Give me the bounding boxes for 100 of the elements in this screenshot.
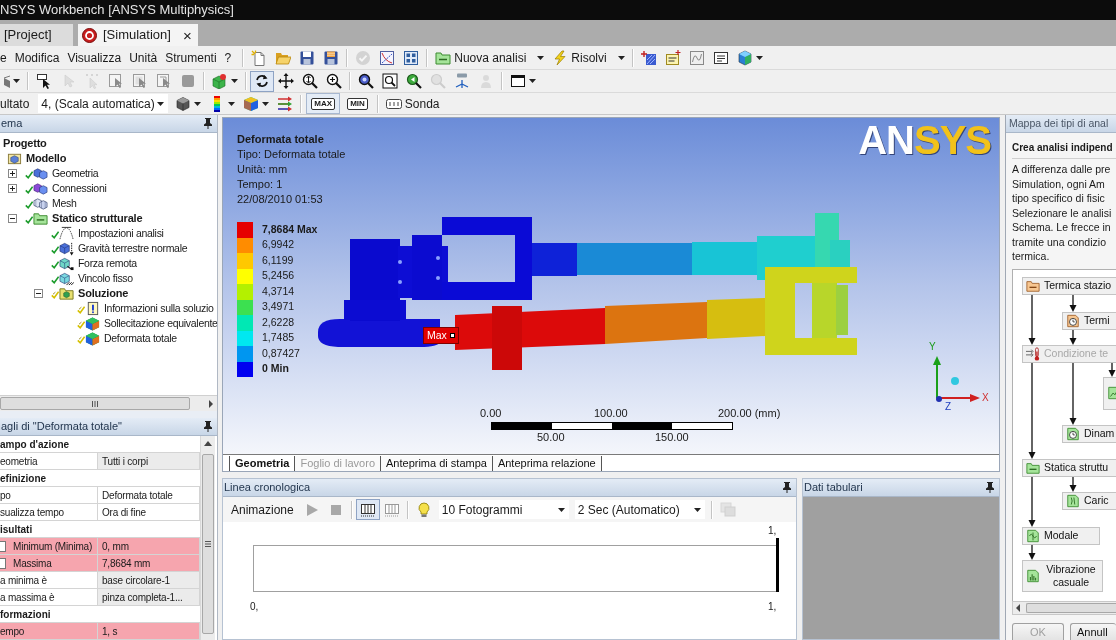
caret-icon[interactable]	[231, 79, 238, 83]
min-button[interactable]: MIN	[342, 93, 373, 114]
horizontal-scrollbar[interactable]	[0, 395, 217, 411]
tree-item[interactable]: Connessioni	[52, 183, 107, 194]
move-icon[interactable]	[278, 73, 294, 89]
scroll-right-icon[interactable]	[209, 399, 213, 408]
close-button[interactable]: ×	[182, 27, 195, 43]
frames-button[interactable]	[355, 499, 380, 520]
curve-icon[interactable]	[688, 49, 705, 66]
max-button[interactable]: MAX	[306, 93, 341, 114]
scrollbar-thumb[interactable]	[0, 397, 190, 410]
analysis-node[interactable]: Modale	[1022, 526, 1100, 545]
checkbox[interactable]	[0, 557, 6, 569]
menu-item[interactable]: Strumenti	[161, 48, 221, 67]
tree-item[interactable]: Modello	[26, 153, 67, 164]
zoom-icon[interactable]	[302, 73, 318, 89]
result-info: 22/08/2010 01:53	[237, 192, 324, 207]
menu-item[interactable]: e	[0, 48, 11, 67]
box-cursor-icon[interactable]	[108, 73, 124, 89]
scrollbar-thumb[interactable]	[202, 454, 214, 634]
cancel-button[interactable]: Annull	[1070, 622, 1116, 640]
caret-icon[interactable]	[228, 101, 236, 106]
new-file-icon[interactable]	[251, 49, 268, 66]
window-icon[interactable]	[510, 73, 526, 89]
box-zoom-icon[interactable]	[382, 73, 398, 89]
text-icon[interactable]	[712, 49, 729, 66]
axes-icon[interactable]	[454, 73, 470, 89]
label-icon[interactable]	[664, 49, 681, 66]
gradient-cube-icon[interactable]	[243, 95, 260, 112]
tree-item[interactable]: Informazioni sulla soluzio	[104, 303, 214, 314]
view-tab[interactable]: Geometria	[229, 456, 296, 471]
caret-icon[interactable]	[755, 55, 763, 60]
tree-item[interactable]: Statico strutturale	[52, 213, 143, 224]
dropdown[interactable]: 4, (Scala automatica)	[38, 94, 169, 113]
caret-icon[interactable]	[13, 79, 20, 83]
box-cursor-icon[interactable]	[132, 73, 148, 89]
graph-icon[interactable]	[379, 49, 396, 66]
view-tab[interactable]: Anteprima di stampa	[381, 456, 493, 471]
annotation-icon[interactable]	[640, 49, 657, 66]
back-magnifier-icon[interactable]	[406, 73, 422, 89]
collapse-icon[interactable]	[34, 289, 43, 298]
scrollbar-thumb[interactable]	[1026, 602, 1116, 613]
tree-item[interactable]: Soluzione	[78, 288, 129, 299]
analysis-node[interactable]: Termica stazio	[1022, 276, 1116, 295]
tree-item[interactable]: Deformata totale	[104, 333, 177, 344]
pin-icon[interactable]	[782, 482, 792, 493]
tree-item[interactable]: Vincolo fisso	[78, 273, 133, 284]
save-icon[interactable]	[299, 49, 316, 66]
collapse-icon[interactable]	[8, 214, 17, 223]
frames-icon[interactable]	[383, 501, 400, 518]
analysis-node[interactable]: Dinam	[1062, 424, 1116, 443]
menu-item[interactable]: Visualizza	[63, 48, 126, 67]
arrows-icon[interactable]	[277, 95, 294, 112]
view-tab[interactable]: Anteprima relazione	[492, 456, 602, 471]
probe-button[interactable]: Sonda	[381, 93, 444, 114]
analysis-node[interactable]: Termi	[1062, 311, 1116, 330]
zoom-fit-icon[interactable]	[358, 73, 374, 89]
dropdown[interactable]: 10 Fotogrammi	[438, 500, 569, 519]
vertical-scrollbar[interactable]	[200, 436, 215, 640]
tree-item[interactable]: Forza remota	[78, 258, 137, 269]
tree-item[interactable]: Mesh	[52, 198, 77, 209]
cube-icon[interactable]	[175, 95, 192, 112]
menu-item[interactable]: Modifica	[10, 48, 64, 67]
analysis-node[interactable]	[1103, 376, 1116, 410]
select-cursor-icon[interactable]	[36, 73, 52, 89]
tree-item[interactable]: Impostazioni analisi	[78, 228, 164, 239]
caret-icon[interactable]	[529, 79, 536, 83]
pin-icon[interactable]	[985, 482, 995, 493]
bulb-icon[interactable]	[415, 501, 432, 518]
zoom-in-icon[interactable]	[326, 73, 342, 89]
cube-icon[interactable]	[4, 73, 10, 89]
analysis-node[interactable]: Vibrazione casuale	[1022, 559, 1103, 592]
analysis-node[interactable]: Statica struttu	[1022, 458, 1116, 477]
slides-icon[interactable]	[403, 49, 420, 66]
tree-item[interactable]: Geometria	[52, 168, 99, 179]
pin-icon[interactable]	[203, 118, 213, 129]
menu-item[interactable]: ?	[220, 48, 236, 67]
caret-icon[interactable]	[194, 101, 202, 106]
solve-button[interactable]: Risolvi	[548, 47, 629, 68]
tab[interactable]: [Project]	[0, 24, 73, 46]
expand-icon[interactable]	[8, 169, 17, 178]
new-analysis-button[interactable]: Nuova analisi	[431, 47, 549, 68]
tree-item[interactable]: Progetto	[3, 138, 47, 149]
menu-item[interactable]: Unità	[125, 48, 162, 67]
pin-icon[interactable]	[203, 421, 213, 432]
color-cube-icon[interactable]	[736, 49, 753, 66]
expand-icon[interactable]	[8, 184, 17, 193]
tab[interactable]: [Simulation] ×	[78, 24, 198, 46]
checkbox[interactable]	[0, 540, 6, 552]
tree-item[interactable]: Sollecitazione equivalente	[104, 318, 217, 329]
analysis-node[interactable]: Caric	[1062, 491, 1116, 510]
dropdown[interactable]: 2 Sec (Automatico)	[574, 500, 705, 519]
rotate-button[interactable]	[250, 70, 274, 92]
caret-icon[interactable]	[262, 101, 270, 106]
cube-add-icon[interactable]	[212, 73, 228, 89]
scroll-up-icon[interactable]	[204, 441, 212, 446]
tree-item[interactable]: Gravità terrestre normale	[78, 243, 188, 254]
save-all-icon[interactable]	[323, 49, 340, 66]
box-cursor-icon[interactable]	[156, 73, 172, 89]
scroll-left-icon[interactable]	[1016, 603, 1020, 612]
